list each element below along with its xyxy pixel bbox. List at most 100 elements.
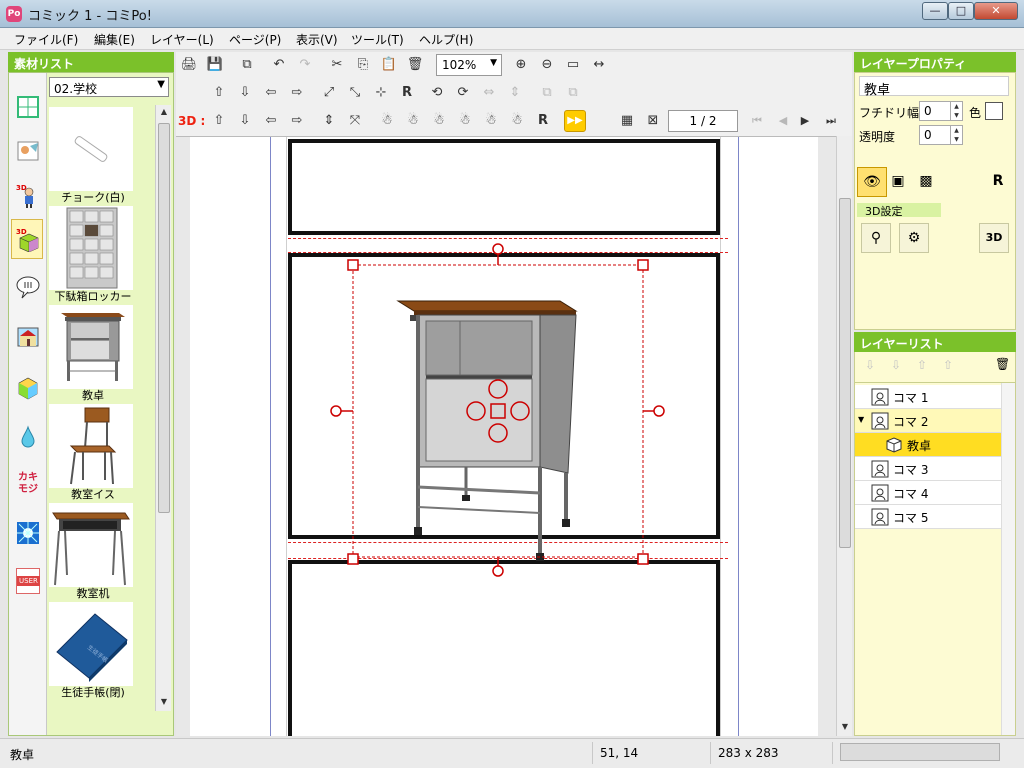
effect-drop-tool-button[interactable] [11,417,43,457]
last-page-icon[interactable]: ⏭ [820,110,842,132]
selected-3d-object[interactable] [310,237,670,577]
canvas-vertical-scrollbar[interactable]: ▼ [836,136,852,736]
move-layer-top-icon[interactable]: ⇧ [943,358,953,372]
scroll-down-icon[interactable]: ▼ [837,720,853,734]
scrollbar-thumb[interactable] [839,198,851,548]
speech-balloon-tool-button[interactable] [11,267,43,307]
move-layer-up-icon[interactable]: ⇧ [917,358,927,372]
scroll-up-icon[interactable]: ▲ [156,105,172,119]
group-icon[interactable]: ⧉ [536,82,558,104]
print-icon[interactable]: 🖨 [178,54,200,76]
paste-icon[interactable]: 📋 [378,54,400,76]
menu-view[interactable]: 表示(V) [296,31,338,48]
prev-page-icon[interactable]: ◀ [772,110,794,132]
redo-icon[interactable]: ↷ [294,54,316,76]
rotate-left-icon[interactable]: ⟲ [426,82,448,104]
comic-panel-1[interactable] [288,139,720,235]
3d-scale-icon[interactable]: ⇕ [318,110,340,132]
3d-rotate-icon[interactable]: ☃ [454,110,476,132]
fit-page-icon[interactable]: ▭ [562,54,584,76]
user-material-tool-button[interactable]: USER [11,561,43,601]
3d-tilt-up-icon[interactable]: ⇧ [208,110,230,132]
page-counter[interactable]: 1 / 2 [668,110,738,132]
reset-icon[interactable]: R [396,82,418,104]
zoom-select[interactable]: 102% ▼ [436,54,502,76]
move-back-icon[interactable]: ⇩ [234,82,256,104]
expand-arrow-icon[interactable]: ▼ [858,415,864,424]
canvas-area[interactable] [176,136,836,736]
move-layer-bottom-icon[interactable]: ⇩ [865,358,875,372]
panel-layout-tool-button[interactable] [11,87,43,127]
layer-list-scrollbar[interactable] [1001,383,1015,735]
next-page-icon[interactable]: ▶ [794,110,816,132]
3d-mode-icon[interactable]: 3D [979,223,1009,253]
outline-width-stepper[interactable]: 0 ▲ ▼ [919,101,963,121]
3d-camera-front-icon[interactable]: ☃ [376,110,398,132]
3d-reset-icon[interactable]: R [532,110,554,132]
menu-help[interactable]: ヘルプ(H) [419,31,473,48]
transparency-icon[interactable]: ▩ [911,167,941,197]
scrollbar-thumb[interactable] [158,123,170,513]
layer-row[interactable]: コマ 4 [855,481,1001,505]
3d-turn-right-icon[interactable]: ⇨ [286,110,308,132]
rotate-handle-top[interactable] [492,243,504,255]
kaki-moji-tool-button[interactable]: カキ モジ [11,465,43,505]
scroll-down-icon[interactable]: ▼ [156,695,172,709]
delete-icon[interactable]: 🗑 [404,54,426,76]
maximize-button[interactable]: □ [948,2,974,20]
layer-row[interactable]: コマ 5 [855,505,1001,529]
stepper-arrows-icon[interactable]: ▲ ▼ [950,102,962,120]
save-icon[interactable]: 💾 [204,54,226,76]
3d-perspective-icon[interactable]: ⤧ [344,110,366,132]
menu-layer[interactable]: レイヤー(L) [150,31,214,48]
opacity-stepper[interactable]: 0 ▲ ▼ [919,125,963,145]
fit-width-icon[interactable]: ↔ [588,54,610,76]
rotate-handle-left[interactable] [330,405,342,417]
no-image-icon[interactable]: ⊠ [642,110,664,132]
layer-row[interactable]: コマ 1 [855,385,1001,409]
zoom-out-icon[interactable]: ⊖ [536,54,558,76]
comic-panel-3[interactable] [288,560,720,736]
outline-color-swatch[interactable] [985,102,1003,120]
cut-icon[interactable]: ✂ [326,54,348,76]
3d-turn-left-icon[interactable]: ⇦ [260,110,282,132]
menu-tools[interactable]: ツール(T) [351,31,404,48]
item-tool-button[interactable] [11,367,43,407]
flash-effect-tool-button[interactable] [11,513,43,553]
close-button[interactable]: ✕ [974,2,1018,20]
fast-forward-icon[interactable]: ▶▶ [564,110,586,132]
material-item-classroom-desk[interactable]: 教室机 [49,501,153,600]
material-item-classroom-chair[interactable]: 教室イス [49,402,153,501]
move-front-icon[interactable]: ⇧ [208,82,230,104]
resize-handle-nw[interactable] [347,259,359,271]
flip-horizontal-icon[interactable]: ⇔ [478,82,500,104]
export-icon[interactable]: ⧉ [236,54,258,76]
3d-material-icon[interactable]: ⚙ [899,223,929,253]
3d-camera-icon[interactable]: ⚲ [861,223,891,253]
3d-camera-side-icon[interactable]: ☃ [402,110,424,132]
move-right-icon[interactable]: ⇨ [286,82,308,104]
3d-pose-icon[interactable]: ☃ [506,110,528,132]
background-tool-button[interactable] [11,131,43,171]
category-select[interactable]: 02.学校 ▼ [49,77,169,97]
resize-handle-se[interactable] [637,553,649,565]
menu-edit[interactable]: 編集(E) [94,31,135,48]
material-item-student-notebook[interactable]: 生徒手帳 生徒手帳(閉) [49,600,153,699]
3d-camera-back-icon[interactable]: ☃ [428,110,450,132]
layer-row[interactable]: ▼ コマ 2 [855,409,1001,433]
ungroup-icon[interactable]: ⧉ [562,82,584,104]
scale-up-icon[interactable]: ⤢ [318,82,340,104]
layer-row-child[interactable]: 教卓 [855,433,1001,457]
3d-character-tool-button[interactable]: 3D [11,175,43,215]
reset-properties-icon[interactable]: R [983,167,1013,197]
3d-spin-icon[interactable]: ☃ [480,110,502,132]
menu-page[interactable]: ページ(P) [229,31,281,48]
resize-handle-sw[interactable] [347,553,359,565]
move-layer-down-icon[interactable]: ⇩ [891,358,901,372]
layer-row[interactable]: コマ 3 [855,457,1001,481]
fit-frame-icon[interactable]: ▣ [883,167,913,197]
stepper-arrows-icon[interactable]: ▲ ▼ [950,126,962,144]
material-item-chalk[interactable]: チョーク(白) [49,105,153,204]
menu-file[interactable]: ファイル(F) [14,31,78,48]
grid-icon[interactable]: ▦ [616,110,638,132]
